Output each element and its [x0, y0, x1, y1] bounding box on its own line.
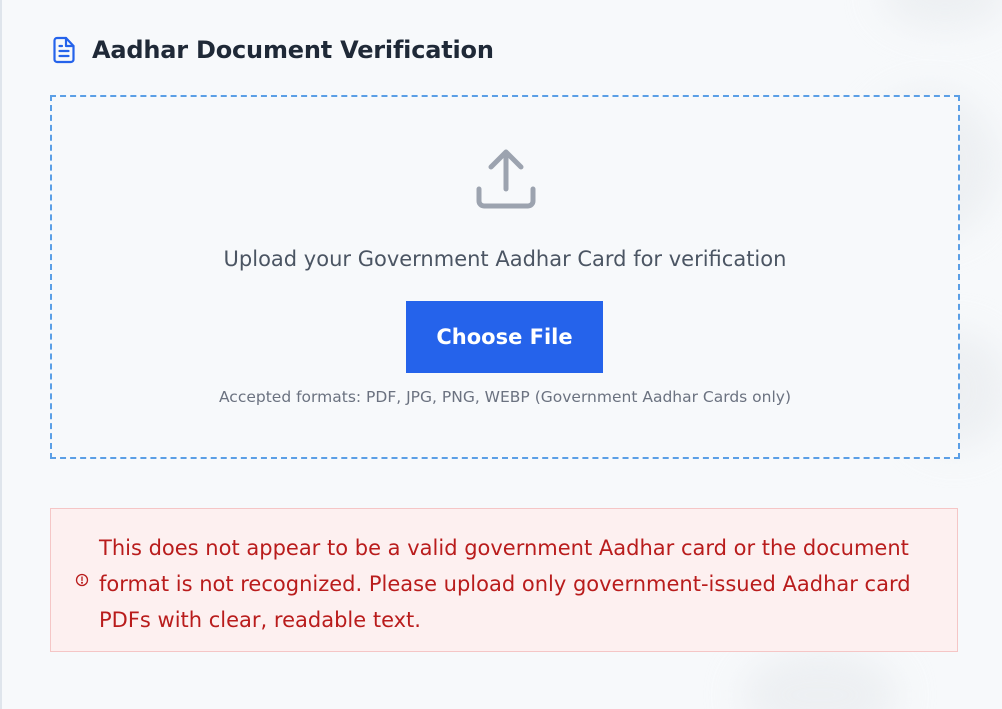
error-message: This does not appear to be a valid gover… — [99, 536, 911, 632]
upload-prompt: Upload your Government Aadhar Card for v… — [223, 247, 787, 271]
accepted-formats-hint: Accepted formats: PDF, JPG, PNG, WEBP (G… — [218, 388, 792, 406]
page: Aadhar Document Verification Upload your… — [0, 0, 1002, 709]
background-blob — [880, 0, 1002, 30]
choose-file-button[interactable]: Choose File — [406, 301, 603, 373]
left-edge-divider — [0, 0, 2, 709]
background-blob — [740, 650, 900, 709]
alert-circle-icon — [75, 572, 89, 587]
error-alert: This does not appear to be a valid gover… — [50, 508, 958, 652]
page-title: Aadhar Document Verification — [92, 36, 494, 64]
page-header: Aadhar Document Verification — [50, 32, 494, 68]
file-dropzone[interactable]: Upload your Government Aadhar Card for v… — [50, 95, 960, 459]
upload-icon — [474, 149, 538, 213]
document-icon — [50, 34, 78, 66]
